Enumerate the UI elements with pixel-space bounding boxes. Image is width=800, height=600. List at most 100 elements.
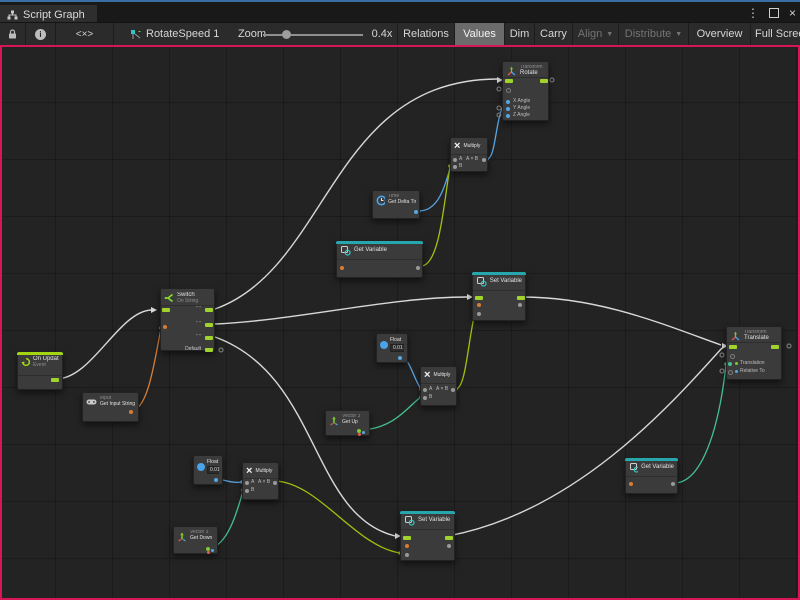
clock-icon bbox=[376, 195, 385, 206]
wire-flow-setvariable-to-translate[interactable] bbox=[522, 297, 721, 345]
unconnected-port[interactable] bbox=[787, 344, 791, 348]
flow-out-port[interactable] bbox=[445, 536, 453, 540]
node-on-update[interactable]: On Update Event bbox=[17, 352, 63, 390]
flow-in-port[interactable] bbox=[729, 345, 737, 349]
unconnected-port[interactable] bbox=[550, 78, 554, 82]
values-button[interactable]: Values bbox=[455, 23, 505, 45]
unconnected-port[interactable] bbox=[720, 369, 724, 373]
target-in-port[interactable] bbox=[730, 354, 735, 359]
maximize-icon[interactable] bbox=[769, 8, 779, 18]
result-out-port[interactable] bbox=[451, 388, 455, 392]
value-in-port[interactable] bbox=[405, 553, 409, 557]
code-preview-button[interactable]: <×> bbox=[56, 23, 114, 45]
button-label: Carry bbox=[540, 28, 567, 40]
node-set-variable[interactable]: Set Variable bbox=[472, 272, 526, 321]
wire-flow-setvariable2-to-translate[interactable] bbox=[448, 348, 722, 536]
wire-vector-getup-to-multiply2[interactable] bbox=[361, 397, 421, 430]
wire-object-multiply2-to-setvariable[interactable] bbox=[456, 313, 475, 389]
default-out-port[interactable] bbox=[205, 348, 213, 352]
node-get-variable[interactable]: Get Variable bbox=[336, 241, 423, 278]
zoom-slider[interactable] bbox=[263, 34, 363, 36]
unconnected-port[interactable] bbox=[497, 87, 501, 91]
name-in-port[interactable] bbox=[477, 303, 481, 307]
a-in-port[interactable] bbox=[423, 388, 427, 392]
value-out-port[interactable] bbox=[518, 303, 522, 307]
flow-in-port[interactable] bbox=[505, 79, 513, 83]
carry-button[interactable]: Carry bbox=[535, 23, 573, 45]
node-float[interactable]: Float 0.01 bbox=[376, 333, 408, 363]
result-out-port[interactable] bbox=[482, 158, 486, 162]
node-get-variable-2[interactable]: Get Variable bbox=[625, 458, 678, 494]
vector-out-dot bbox=[211, 549, 214, 552]
x-angle-port[interactable] bbox=[506, 100, 510, 104]
node-multiply[interactable]: × Multiply A A × B B bbox=[450, 137, 488, 172]
flow-in-port[interactable] bbox=[162, 308, 170, 312]
a-in-port[interactable] bbox=[453, 158, 457, 162]
flow-out-port[interactable] bbox=[517, 296, 525, 300]
node-multiply-3[interactable]: × Multiply A A × B B bbox=[242, 462, 279, 500]
case-out-port[interactable] bbox=[205, 336, 213, 340]
float-out-port[interactable] bbox=[398, 356, 402, 360]
wire-vector-getvariable2-to-translate[interactable] bbox=[675, 365, 726, 483]
node-float-2[interactable]: Float 0.01 bbox=[193, 455, 223, 485]
unconnected-port[interactable] bbox=[497, 106, 501, 110]
wire-flow-switch-to-setvariable[interactable] bbox=[215, 297, 467, 324]
flow-out-port[interactable] bbox=[540, 79, 548, 83]
flow-out-port[interactable] bbox=[51, 378, 59, 382]
case-out-port[interactable] bbox=[205, 308, 213, 312]
node-translate[interactable]: Transform Translate Translation Relative… bbox=[726, 326, 782, 380]
wire-object-multiply3-to-setvariable2[interactable] bbox=[276, 481, 400, 553]
float-out-port[interactable] bbox=[414, 210, 418, 214]
node-vector3-get-down[interactable]: Vector 3 Get Down bbox=[173, 526, 218, 554]
dim-button[interactable]: Dim bbox=[505, 23, 535, 45]
value-out-port[interactable] bbox=[447, 544, 451, 548]
y-angle-port[interactable] bbox=[506, 107, 510, 111]
name-in-port[interactable] bbox=[405, 544, 409, 548]
value-out-port[interactable] bbox=[416, 266, 420, 270]
node-multiply-2[interactable]: × Multiply A A × B B bbox=[420, 366, 457, 406]
node-set-variable-2[interactable]: Set Variable bbox=[400, 511, 455, 561]
node-get-input-string[interactable]: Input Get Input String bbox=[82, 392, 139, 422]
close-icon[interactable]: × bbox=[789, 4, 796, 22]
distribute-button[interactable]: Distribute ▼ bbox=[619, 23, 689, 45]
full-screen-button[interactable]: Full Screen bbox=[751, 23, 800, 45]
a-in-port[interactable] bbox=[245, 481, 249, 485]
translation-in-port[interactable] bbox=[728, 362, 732, 366]
menu-kebab-icon[interactable]: ⋮ bbox=[747, 4, 759, 22]
unconnected-port[interactable] bbox=[720, 353, 724, 357]
wire-flow-onupdate-to-switch[interactable] bbox=[56, 310, 151, 379]
name-in-port[interactable] bbox=[340, 266, 344, 270]
float-value[interactable]: 0.01 bbox=[390, 344, 404, 352]
z-angle-port[interactable] bbox=[506, 114, 510, 118]
name-in-port[interactable] bbox=[629, 482, 633, 486]
node-get-delta-time[interactable]: Time Get Delta Time bbox=[372, 190, 420, 219]
value-out-port[interactable] bbox=[671, 482, 675, 486]
unconnected-port[interactable] bbox=[219, 348, 223, 352]
target-in-port[interactable] bbox=[506, 88, 511, 93]
flow-in-port[interactable] bbox=[403, 536, 411, 540]
info-button[interactable]: i bbox=[26, 23, 56, 45]
b-in-port[interactable] bbox=[423, 396, 427, 400]
b-in-port[interactable] bbox=[245, 489, 249, 493]
b-in-port[interactable] bbox=[453, 165, 457, 169]
float-out-port[interactable] bbox=[214, 478, 218, 482]
result-out-port[interactable] bbox=[273, 481, 277, 485]
lock-button[interactable] bbox=[0, 23, 26, 45]
value-in-port[interactable] bbox=[477, 312, 481, 316]
case-out-port[interactable] bbox=[205, 323, 213, 327]
graph-breadcrumb[interactable]: RotateSpeed 1 bbox=[130, 23, 230, 45]
flow-out-port[interactable] bbox=[771, 345, 779, 349]
selector-in-port[interactable] bbox=[163, 325, 167, 329]
node-rotate[interactable]: Transform Rotate X Angle Y Angle Z Angle bbox=[502, 61, 549, 121]
zoom-slider-handle[interactable] bbox=[282, 30, 291, 39]
string-out-port[interactable] bbox=[129, 410, 133, 414]
wire-flow-switch-to-setvariable2[interactable] bbox=[215, 337, 395, 536]
node-switch[interactable]: Switch On String “ ” “ ” “ ” Default bbox=[160, 288, 215, 351]
relative-to-in-port[interactable] bbox=[728, 370, 733, 375]
relations-button[interactable]: Relations bbox=[397, 23, 455, 45]
node-vector3-get-up[interactable]: Vector 3 Get Up bbox=[325, 410, 370, 436]
overview-button[interactable]: Overview bbox=[689, 23, 751, 45]
flow-in-port[interactable] bbox=[475, 296, 483, 300]
align-button[interactable]: Align ▼ bbox=[573, 23, 619, 45]
float-value[interactable]: 0.01 bbox=[207, 466, 219, 474]
